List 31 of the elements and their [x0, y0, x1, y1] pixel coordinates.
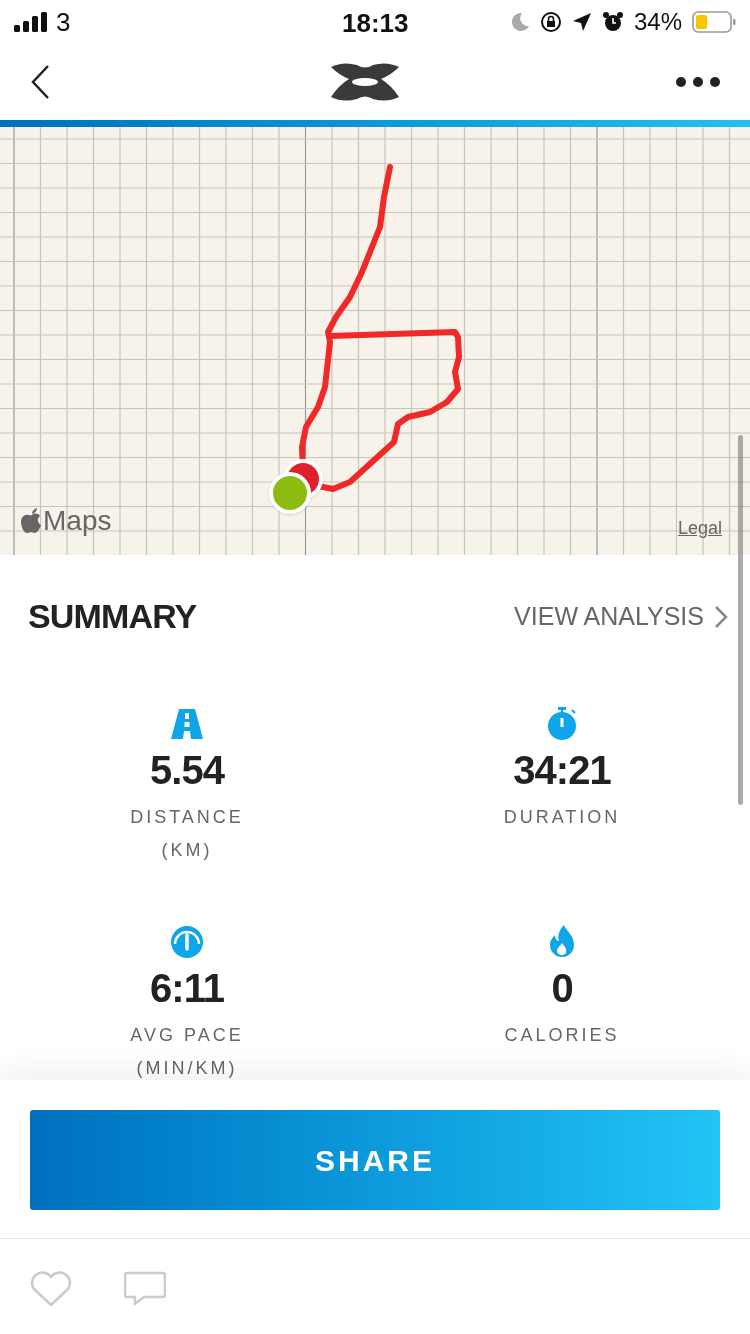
alarm-clock-icon: [601, 11, 624, 33]
stat-value: 5.54: [150, 750, 224, 790]
view-analysis-link[interactable]: VIEW ANALYSIS: [514, 597, 728, 636]
logo-icon: [329, 61, 401, 103]
stat-value: 6:11: [150, 968, 224, 1008]
stat-unit: (KM): [161, 839, 213, 862]
maps-label: Maps: [43, 507, 112, 535]
location-arrow-icon: [571, 12, 592, 32]
moon-icon: [509, 12, 530, 32]
signal-icon: [14, 12, 48, 32]
battery-percentage: 34%: [633, 7, 682, 37]
stopwatch-icon: [546, 707, 578, 741]
stat-unit: (MIN/KM): [136, 1057, 238, 1080]
stat-value: 0: [551, 968, 573, 1008]
legal-link[interactable]: Legal: [677, 515, 722, 542]
stat-label: AVG PACE: [130, 1024, 244, 1047]
rotation-lock-icon: [539, 11, 562, 33]
stat-label: DISTANCE: [130, 806, 244, 829]
clock-time: 18:13: [342, 7, 409, 40]
stat-label: CALORIES: [504, 1024, 620, 1047]
road-icon: [171, 709, 203, 739]
battery-icon: [692, 11, 736, 33]
summary-heading: SUMMARY: [28, 596, 197, 637]
chevron-right-icon: [714, 604, 728, 629]
apple-logo-icon: [21, 508, 43, 534]
stat-value: 34:21: [513, 750, 611, 790]
share-button[interactable]: SHARE: [30, 1110, 720, 1210]
speedometer-icon: [170, 925, 204, 959]
flame-icon: [550, 925, 574, 959]
stat-label: DURATION: [503, 806, 621, 829]
carrier-name: 3: [56, 5, 71, 39]
